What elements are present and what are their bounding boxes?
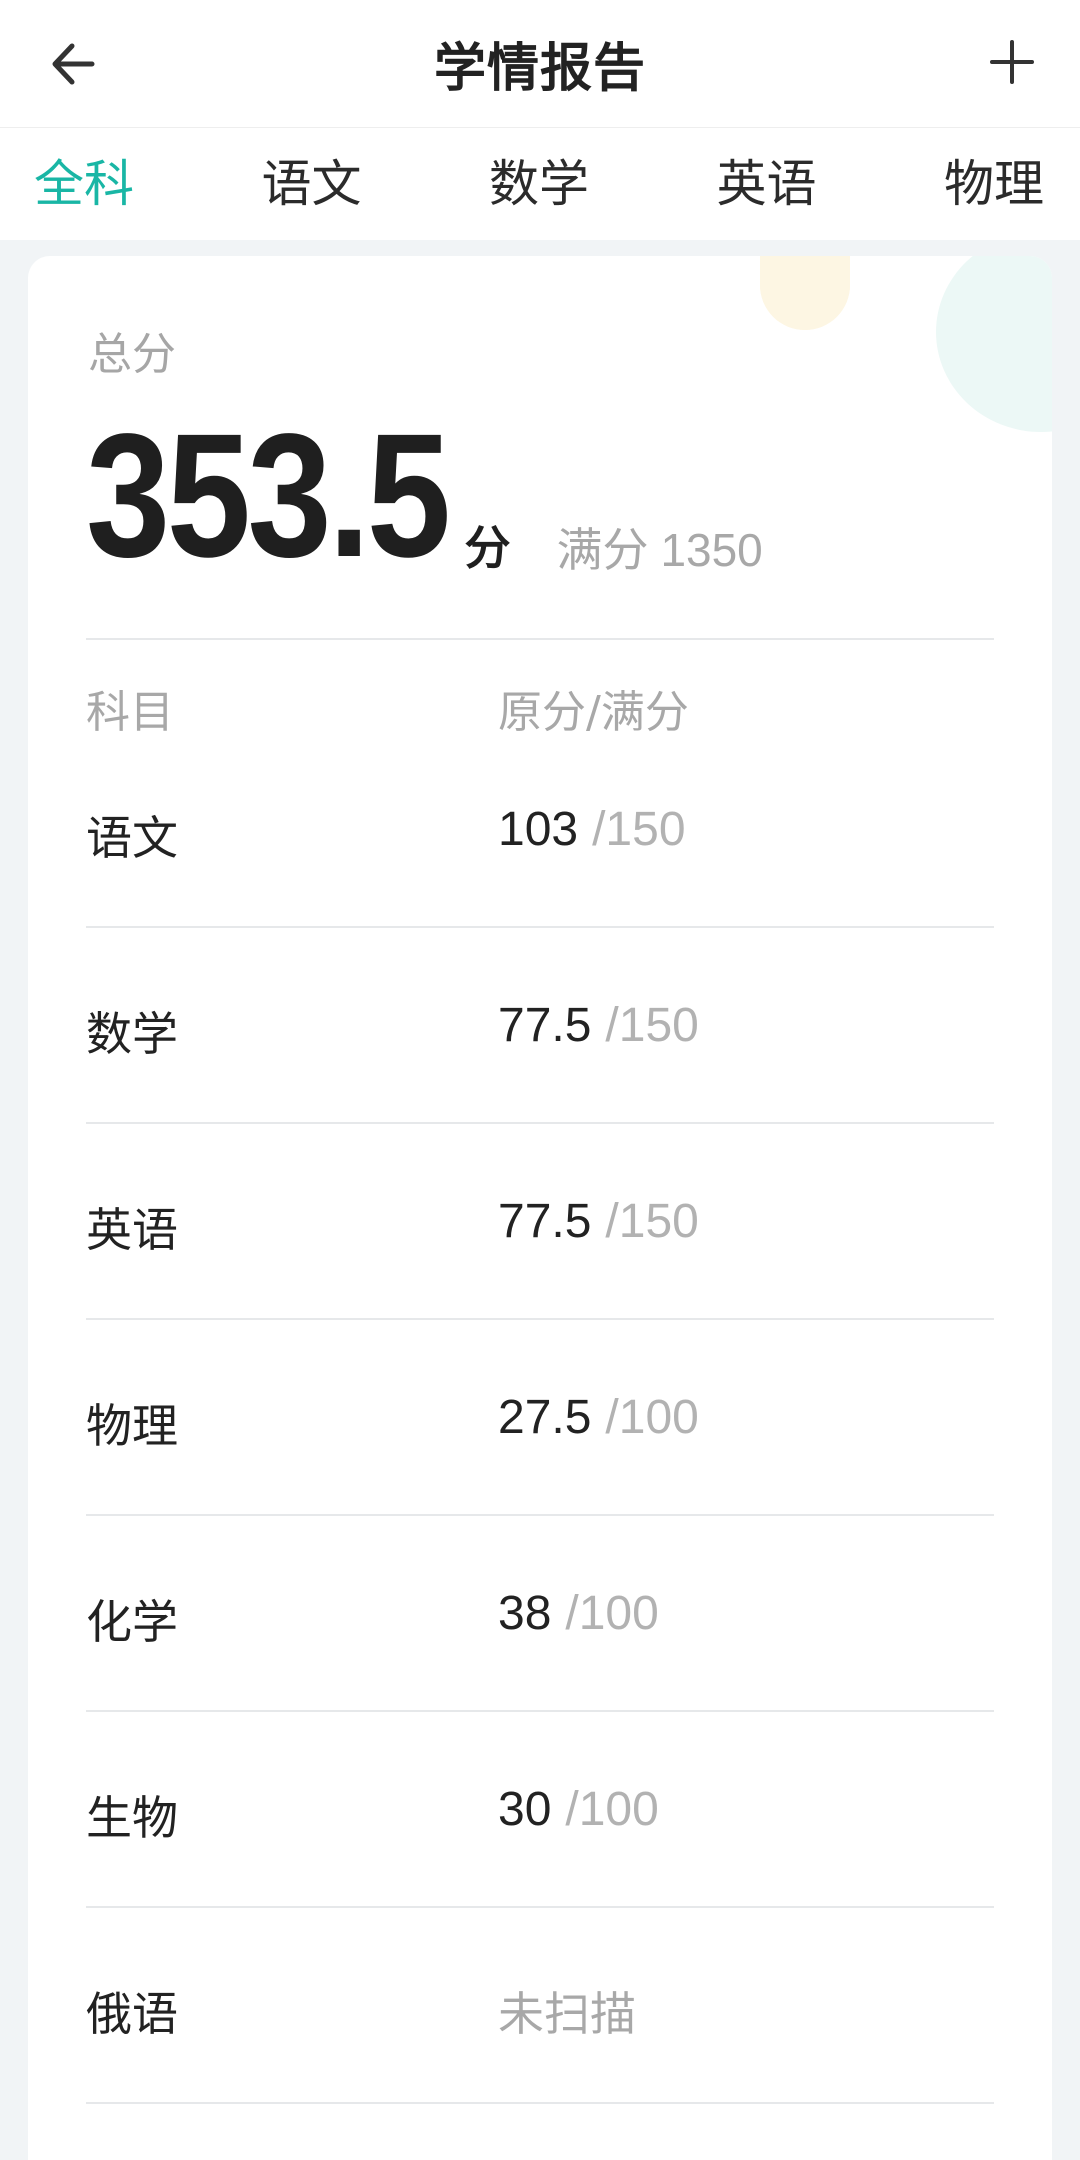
row-score: 103: [498, 803, 579, 856]
add-button[interactable]: [980, 30, 1044, 94]
divider: [86, 1710, 994, 1712]
header-score: 原分/满分: [498, 687, 689, 738]
divider: [86, 638, 994, 640]
app-root: 学情报告 全科 语文 数学 英语 物理 总分 353.5 分 满分 1350 科目…: [0, 0, 1080, 2160]
row-score: 30: [498, 1783, 552, 1836]
table-row: 语文 103 /150: [86, 802, 994, 998]
tab-math[interactable]: 数学: [489, 141, 589, 227]
divider: [86, 1514, 994, 1516]
row-full-score: /100: [565, 1587, 659, 1640]
row-full-score: /150: [605, 1195, 699, 1248]
row-subject: 语文: [86, 811, 178, 865]
table-row: 物理 27.5 /100: [86, 1390, 994, 1586]
total-score-unit: 分: [464, 521, 511, 575]
row-subject: 俄语: [86, 1987, 178, 2041]
divider: [86, 1122, 994, 1124]
table-row: 数学 77.5 /150: [86, 998, 994, 1194]
divider: [86, 1906, 994, 1908]
header-subject: 科目: [86, 687, 174, 738]
arrow-left-icon: [52, 43, 95, 85]
divider: [86, 926, 994, 928]
table-row: 俄语 未扫描: [86, 1978, 994, 2160]
row-score: 27.5: [498, 1391, 592, 1444]
row-subject: 化学: [86, 1595, 178, 1649]
subject-tabs: 全科 语文 数学 英语 物理: [0, 128, 1080, 240]
page-title: 学情报告: [433, 39, 646, 99]
tab-chinese[interactable]: 语文: [262, 141, 362, 227]
row-status: 未扫描: [498, 1987, 636, 2041]
total-score-label: 总分: [88, 329, 176, 380]
full-score: 满分 1350: [556, 514, 762, 580]
decorative-circle-yellow: [760, 256, 850, 330]
tab-physics[interactable]: 物理: [944, 141, 1044, 227]
full-score-value: 1350: [660, 524, 763, 576]
divider: [86, 1318, 994, 1320]
row-full-score: /100: [565, 1783, 659, 1836]
full-score-label: 满分: [556, 523, 649, 577]
row-score: 38: [498, 1587, 552, 1640]
row-subject: 数学: [86, 1007, 178, 1061]
score-card: 总分 353.5 分 满分 1350 科目 原分/满分 语文 103 /150 数…: [28, 256, 1052, 2160]
decorative-circle-teal: [936, 256, 1052, 432]
total-score-row: 353.5 分 满分 1350: [86, 408, 763, 584]
row-subject: 生物: [86, 1791, 178, 1845]
total-score-value: 353.5: [86, 398, 451, 594]
row-full-score: /100: [605, 1391, 699, 1444]
table-row: 生物 30 /100: [86, 1782, 994, 1978]
row-full-score: /150: [605, 999, 699, 1052]
row-score: 77.5: [498, 999, 592, 1052]
table-header: 科目 原分/满分: [86, 676, 994, 740]
row-subject: 英语: [86, 1203, 178, 1257]
tab-all[interactable]: 全科: [34, 141, 134, 227]
tab-english[interactable]: 英语: [717, 141, 817, 227]
row-subject: 物理: [86, 1399, 178, 1453]
navbar: 学情报告: [0, 0, 1080, 128]
row-full-score: /150: [592, 803, 686, 856]
back-button[interactable]: [42, 32, 106, 96]
table-row: 英语 77.5 /150: [86, 1194, 994, 1390]
row-score: 77.5: [498, 1195, 592, 1248]
table-row: 化学 38 /100: [86, 1586, 994, 1782]
divider: [86, 2102, 994, 2104]
plus-icon: [990, 40, 1034, 84]
